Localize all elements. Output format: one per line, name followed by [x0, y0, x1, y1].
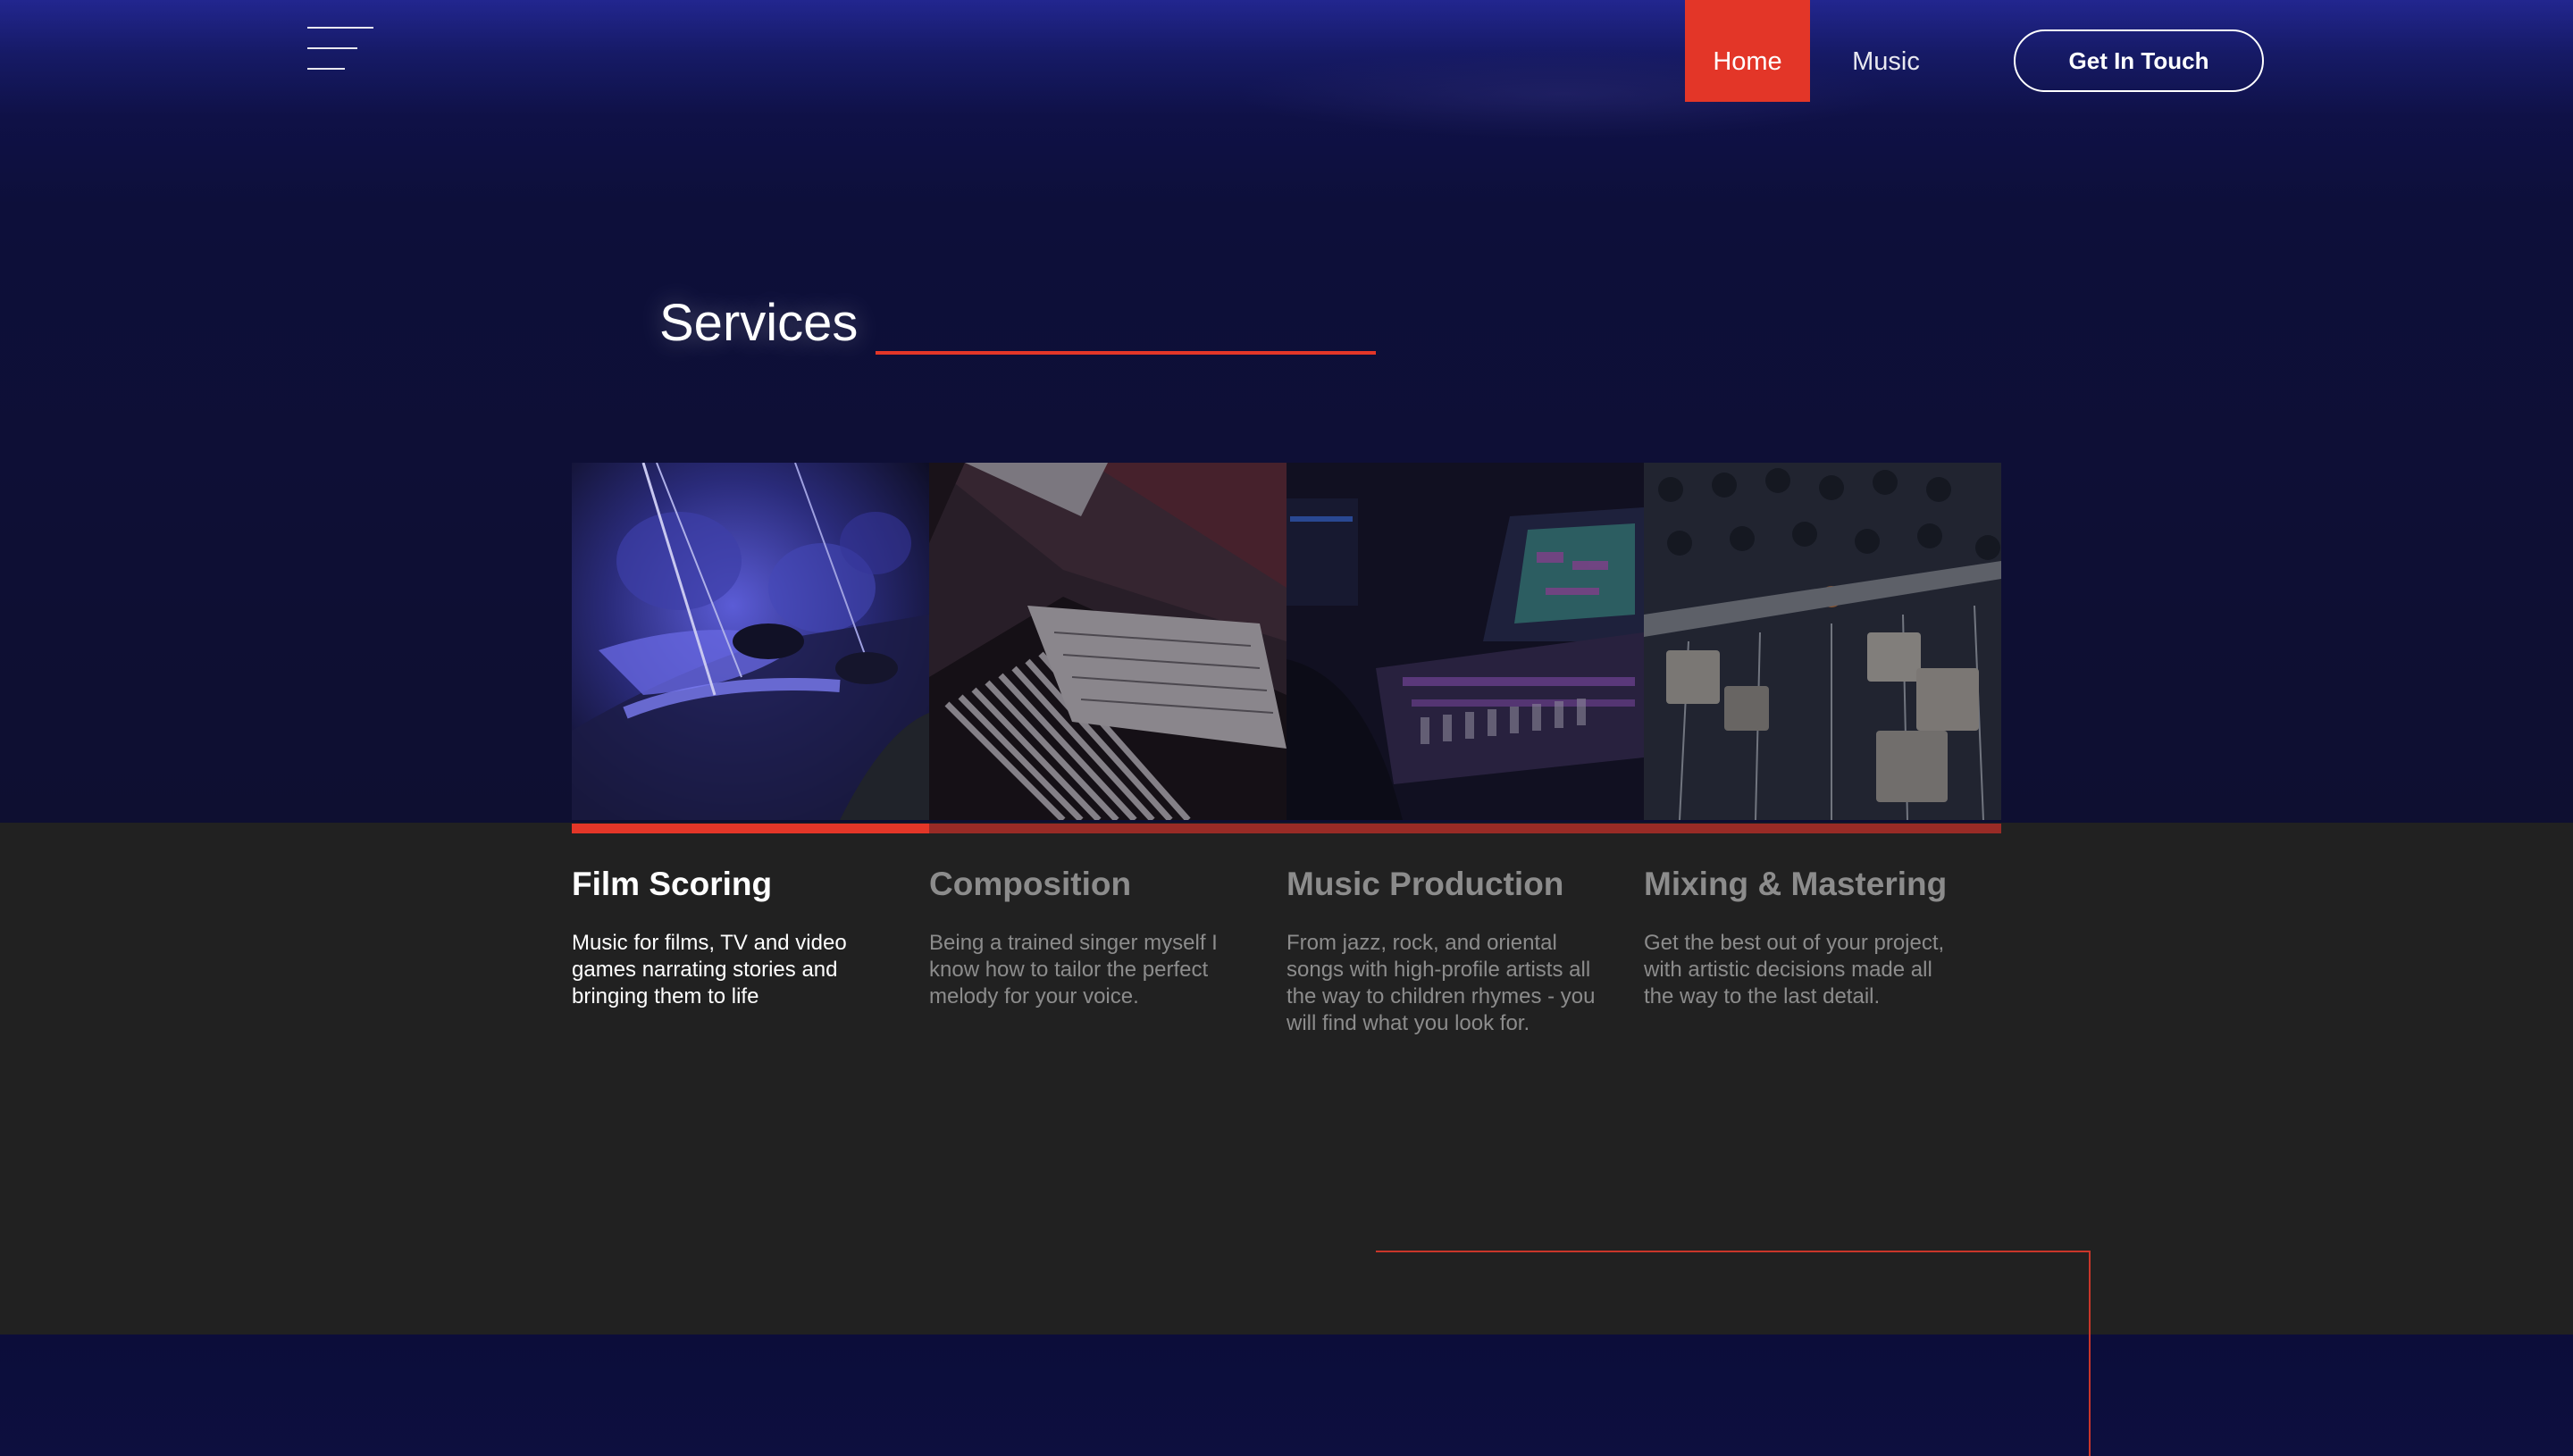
title-underline: [876, 351, 1376, 355]
card-description: Being a trained singer myself I know how…: [929, 931, 1218, 1008]
nav-home-link[interactable]: Home: [1685, 0, 1810, 102]
card-title: Music Production: [1286, 866, 1564, 902]
card-description: Get the best out of your project, with a…: [1644, 931, 1945, 1008]
decorative-red-line-horizontal: [1376, 1251, 2091, 1252]
next-section-background: [0, 1335, 2573, 1456]
card-indicator-bar: [572, 824, 929, 833]
mixing-faders-photo-icon: [1644, 463, 2001, 820]
card-description: From jazz, rock, and oriental songs with…: [1286, 931, 1596, 1035]
service-card-film-scoring[interactable]: Film Scoring Music for films, TV and vid…: [572, 463, 929, 1010]
card-indicator-bar: [1286, 824, 1644, 833]
hamburger-menu-icon[interactable]: [307, 27, 375, 71]
service-card-mixing-mastering[interactable]: Mixing & Mastering Get the best out of y…: [1644, 463, 2001, 1010]
service-card-music-production[interactable]: Music Production From jazz, rock, and or…: [1286, 463, 1644, 1037]
section-title: Services: [659, 294, 859, 352]
nav-music-link[interactable]: Music: [1828, 0, 1944, 102]
card-indicator-bar: [1644, 824, 2001, 833]
decorative-red-line-vertical: [2089, 1251, 2091, 1456]
studio-console-photo-icon: [1286, 463, 1644, 820]
orchestra-violins-photo-icon: [572, 463, 929, 820]
card-title: Composition: [929, 866, 1132, 902]
card-title: Mixing & Mastering: [1644, 866, 1948, 902]
piano-sheet-music-photo-icon: [929, 463, 1286, 820]
service-card-composition[interactable]: Composition Being a trained singer mysel…: [929, 463, 1286, 1010]
card-indicator-bar: [929, 824, 1286, 833]
card-description: Music for films, TV and video games narr…: [572, 931, 847, 1008]
card-title: Film Scoring: [572, 866, 773, 902]
get-in-touch-button[interactable]: Get In Touch: [2014, 29, 2264, 92]
